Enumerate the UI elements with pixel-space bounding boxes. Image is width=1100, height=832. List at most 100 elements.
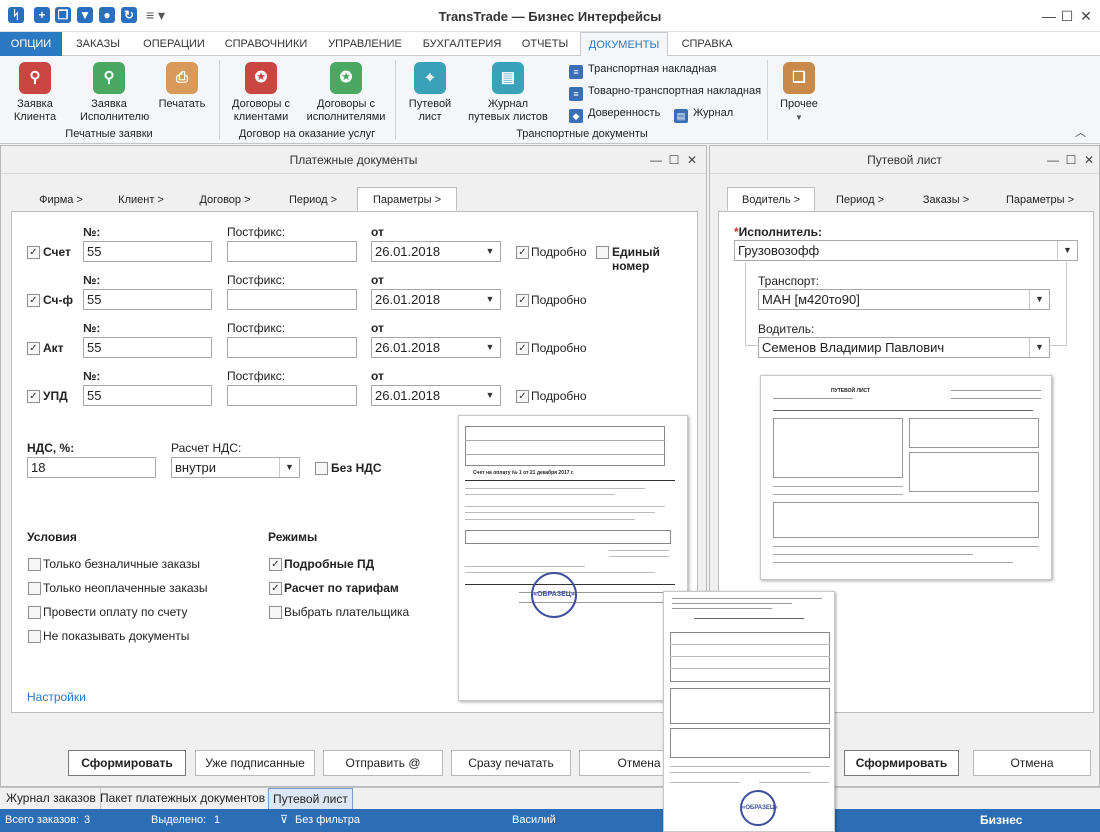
close-icon[interactable]: ✕ (1077, 7, 1095, 25)
choose-payer-checkbox[interactable] (269, 606, 282, 619)
chevron-down-icon[interactable]: ▼ (480, 290, 500, 309)
tab-documents[interactable]: ДОКУМЕНТЫ (580, 32, 668, 57)
cashless-only-checkbox[interactable] (28, 558, 41, 571)
chevron-down-icon[interactable]: ▼ (480, 242, 500, 261)
close-icon[interactable]: ✕ (685, 153, 699, 167)
invoice-date-input[interactable]: 26.01.2018 ▼ (371, 241, 501, 262)
upd-checkbox[interactable]: ✓ (27, 390, 40, 403)
date-label: от (371, 321, 384, 335)
power-of-attorney-button[interactable]: ◆ Доверенность (569, 104, 660, 123)
tariff-calc-checkbox[interactable]: ✓ (269, 582, 282, 595)
tab-help[interactable]: СПРАВКА (676, 32, 738, 56)
transport-select[interactable]: МАН [м420то90] ▼ (758, 289, 1050, 310)
act-number-input[interactable]: 55 (83, 337, 212, 358)
tab-payment-package[interactable]: Пакет платежных документов (96, 788, 271, 810)
act-detailed-checkbox[interactable]: ✓ (516, 342, 529, 355)
tab-operations[interactable]: ОПЕРАЦИИ (136, 32, 212, 56)
invoice-number-input[interactable]: 55 (83, 241, 212, 262)
collapse-ribbon-icon[interactable]: ︿ (1075, 124, 1086, 140)
waybill-button[interactable]: ⌖ Путевой лист (402, 62, 458, 124)
chevron-down-icon[interactable]: ▼ (480, 338, 500, 357)
client-order-button[interactable]: ⚲ Заявка Клиента (6, 62, 64, 124)
tab-management[interactable]: УПРАВЛЕНИЕ (322, 32, 408, 56)
tax-invoice-postfix-input[interactable] (227, 289, 357, 310)
chevron-down-icon[interactable]: ▼ (1029, 338, 1049, 357)
invoice-preview[interactable]: Счет на оплату № 1 от 21 декабря 2017 г.… (458, 415, 688, 701)
minimize-icon[interactable]: — (1040, 7, 1058, 25)
journal-button[interactable]: ▤ Журнал (674, 104, 733, 123)
already-signed-button[interactable]: Уже подписанные (195, 750, 315, 776)
chevron-down-icon[interactable]: ▼ (480, 386, 500, 405)
upd-detailed-checkbox[interactable]: ✓ (516, 390, 529, 403)
tab-parameters[interactable]: Параметры > (357, 187, 457, 211)
executor-contracts-button[interactable]: ✪ Договоры с исполнителями (306, 62, 386, 124)
invoice-checkbox[interactable]: ✓ (27, 246, 40, 259)
unpaid-only-checkbox[interactable] (28, 582, 41, 595)
tax-invoice-number-input[interactable]: 55 (83, 289, 212, 310)
hide-documents-checkbox[interactable] (28, 630, 41, 643)
minimize-icon[interactable]: — (649, 153, 663, 167)
print-button[interactable]: ⎙ Печатать (154, 62, 210, 111)
vat-input[interactable]: 18 (27, 457, 156, 478)
upd-date-input[interactable]: 26.01.2018 ▼ (371, 385, 501, 406)
tab-waybill[interactable]: Путевой лист (268, 788, 353, 810)
act-date-input[interactable]: 26.01.2018 ▼ (371, 337, 501, 358)
tab-period[interactable]: Период > (822, 188, 898, 212)
consignment-button[interactable]: ≡ Транспортная накладная (569, 60, 716, 79)
close-icon[interactable]: ✕ (1082, 153, 1096, 167)
maximize-icon[interactable]: ☐ (1058, 7, 1076, 25)
settings-link[interactable]: Настройки (27, 690, 86, 704)
generate-button[interactable]: Сформировать (844, 750, 959, 776)
vat-calc-select[interactable]: внутри ▼ (171, 457, 300, 478)
other-button[interactable]: ❏ Прочее ▼ (774, 62, 824, 124)
tab-driver[interactable]: Водитель > (727, 187, 815, 211)
tab-contract[interactable]: Договор > (187, 188, 263, 212)
executor-order-button[interactable]: ⚲ Заявка Исполнителю (80, 62, 149, 124)
detailed-pd-checkbox[interactable]: ✓ (269, 558, 282, 571)
tab-directories[interactable]: СПРАВОЧНИКИ (220, 32, 312, 56)
tab-orders[interactable]: ЗАКАЗЫ (68, 32, 128, 56)
invoice-postfix-input[interactable] (227, 241, 357, 262)
waybill-preview[interactable]: ПУТЕВОЙ ЛИСТ (760, 375, 1052, 580)
chevron-down-icon[interactable]: ▼ (279, 458, 299, 477)
tab-client[interactable]: Клиент > (103, 188, 179, 212)
no-vat-checkbox[interactable] (315, 462, 328, 475)
executor-select[interactable]: Грузовозофф ▼ (734, 240, 1078, 261)
driver-select[interactable]: Семенов Владимир Павлович ▼ (758, 337, 1050, 358)
tax-invoice-date-input[interactable]: 26.01.2018 ▼ (371, 289, 501, 310)
tab-parameters[interactable]: Параметры > (1000, 188, 1080, 212)
maximize-icon[interactable]: ☐ (667, 153, 681, 167)
title-bar: ᛋ + ❐ ▼ ● ↻ ≡ ▾ TransTrade — Бизнес Инте… (0, 0, 1100, 32)
post-payment-checkbox[interactable] (28, 606, 41, 619)
tab-orders-journal[interactable]: Журнал заказов (2, 788, 101, 810)
ttn-button[interactable]: ≡ Товарно-транспортная накладная (569, 82, 761, 101)
waybill-journal-button[interactable]: ▤ Журнал путевых листов (464, 62, 552, 124)
filter-status[interactable]: Без фильтра (295, 809, 360, 832)
generate-button[interactable]: Сформировать (68, 750, 186, 776)
floating-document-preview[interactable]: «ОБРАЗЕЦ» (663, 591, 835, 832)
tab-firm[interactable]: Фирма > (23, 188, 99, 212)
single-number-checkbox[interactable] (596, 246, 609, 259)
maximize-icon[interactable]: ☐ (1064, 153, 1078, 167)
chevron-down-icon[interactable]: ▼ (1029, 290, 1049, 309)
act-checkbox[interactable]: ✓ (27, 342, 40, 355)
invoice-detailed-checkbox[interactable]: ✓ (516, 246, 529, 259)
cancel-button[interactable]: Отмена (973, 750, 1091, 776)
group-separator (395, 60, 396, 140)
client-contracts-button[interactable]: ✪ Договоры с клиентами (226, 62, 296, 124)
chevron-down-icon[interactable]: ▼ (1057, 241, 1077, 260)
tax-invoice-checkbox[interactable]: ✓ (27, 294, 40, 307)
tab-orders[interactable]: Заказы > (908, 188, 984, 212)
upd-postfix-input[interactable] (227, 385, 357, 406)
tab-accounting[interactable]: БУХГАЛТЕРИЯ (416, 32, 508, 56)
minimize-icon[interactable]: — (1046, 153, 1060, 167)
act-postfix-input[interactable] (227, 337, 357, 358)
tab-options[interactable]: ОПЦИИ (0, 32, 62, 56)
panel-title: Путевой лист (710, 146, 1099, 174)
upd-number-input[interactable]: 55 (83, 385, 212, 406)
send-email-button[interactable]: Отправить @ (323, 750, 443, 776)
print-now-button[interactable]: Сразу печатать (451, 750, 571, 776)
tax-invoice-detailed-checkbox[interactable]: ✓ (516, 294, 529, 307)
tab-period[interactable]: Период > (275, 188, 351, 212)
tab-reports[interactable]: ОТЧЕТЫ (516, 32, 574, 56)
